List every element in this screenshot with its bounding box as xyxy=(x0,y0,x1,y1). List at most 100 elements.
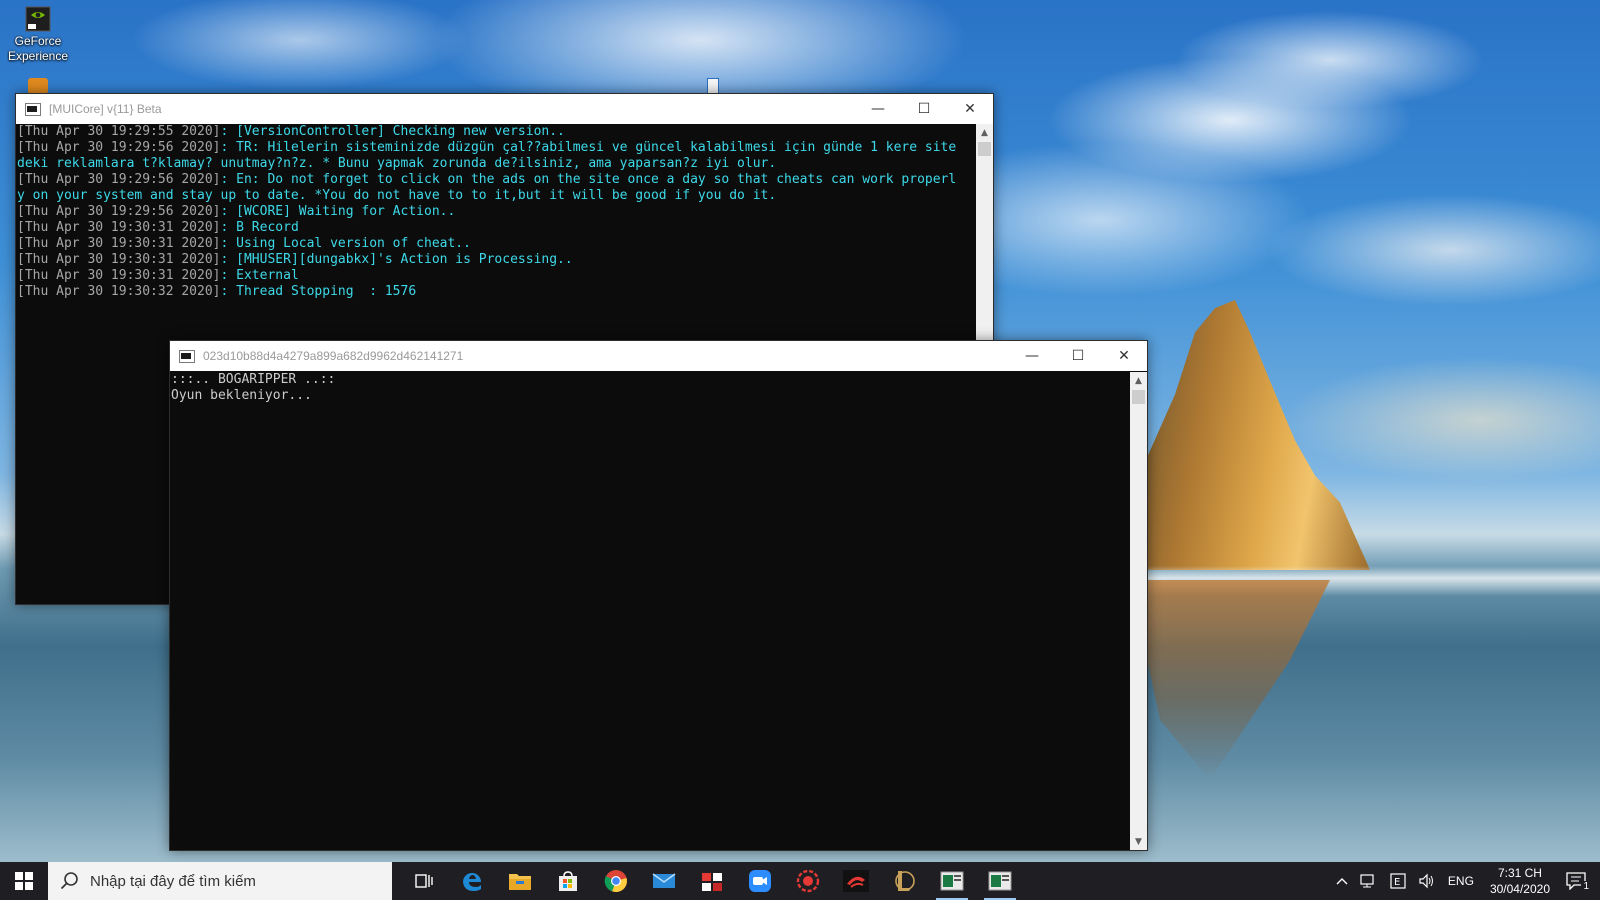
console-line: [Thu Apr 30 19:30:31 2020]: External xyxy=(17,268,975,284)
window-title: [MUICore] v{11} Beta xyxy=(49,102,162,116)
titlebar[interactable]: [MUICore] v{11} Beta — ☐ ✕ xyxy=(16,94,993,124)
console-timestamp: [Thu Apr 30 19:30:32 2020] xyxy=(17,284,221,299)
console-line: [Thu Apr 30 19:29:56 2020]: [WCORE] Wait… xyxy=(17,204,975,220)
console-line: [Thu Apr 30 19:29:56 2020]: En: Do not f… xyxy=(17,172,975,188)
console-app-icon xyxy=(179,349,195,363)
store-icon xyxy=(559,871,577,891)
scroll-thumb[interactable] xyxy=(978,142,991,156)
clock-time: 7:31 CH xyxy=(1497,866,1542,880)
console-timestamp: [Thu Apr 30 19:30:31 2020] xyxy=(17,220,221,235)
taskbar-console-1[interactable] xyxy=(928,862,976,900)
notification-count-badge: 1 xyxy=(1581,881,1591,892)
console-message: : Thread Stopping : 1576 xyxy=(220,284,417,299)
close-button[interactable]: ✕ xyxy=(947,94,993,124)
minimize-button[interactable]: — xyxy=(1009,341,1055,371)
league-icon xyxy=(895,871,915,891)
scroll-thumb[interactable] xyxy=(1132,390,1145,404)
taskbar-search-box[interactable]: Nhập tại đây để tìm kiếm xyxy=(48,862,392,900)
windows-logo-icon xyxy=(15,872,33,890)
scrollbar[interactable]: ▲ ▼ xyxy=(1130,372,1147,850)
taskbar-app-puzzle[interactable] xyxy=(688,862,736,900)
console-line: deki reklamlara t?klamay? unutmay?n?z. *… xyxy=(17,156,975,172)
taskbar-garena[interactable] xyxy=(832,862,880,900)
console-message: y on your system and stay up to date. *Y… xyxy=(17,188,777,203)
console-message: : External xyxy=(220,268,299,283)
language-indicator[interactable]: ENG xyxy=(1448,874,1474,888)
console-line: [Thu Apr 30 19:30:31 2020]: Using Local … xyxy=(17,236,975,252)
garena-icon xyxy=(843,870,869,892)
zoom-icon xyxy=(749,870,771,892)
wallpaper-reflection xyxy=(1130,580,1330,780)
scroll-down-arrow-icon[interactable]: ▼ xyxy=(1130,833,1147,850)
console-icon xyxy=(940,871,964,891)
maximize-button[interactable]: ☐ xyxy=(1055,341,1101,371)
svg-text:E: E xyxy=(1394,877,1400,888)
scroll-up-arrow-icon[interactable]: ▲ xyxy=(1130,372,1147,389)
console-message: : [VersionController] Checking new versi… xyxy=(220,124,565,139)
puzzle-icon xyxy=(702,873,722,891)
desktop-icon-label: Experience xyxy=(7,49,69,63)
console-timestamp: [Thu Apr 30 19:30:31 2020] xyxy=(17,268,221,283)
console-line: [Thu Apr 30 19:30:32 2020]: Thread Stopp… xyxy=(17,284,975,300)
desktop-icon-partial[interactable] xyxy=(28,78,48,94)
taskbar-league[interactable] xyxy=(880,862,928,900)
console-timestamp: [Thu Apr 30 19:30:31 2020] xyxy=(17,236,221,251)
volume-icon[interactable] xyxy=(1418,873,1436,889)
chrome-icon xyxy=(604,870,627,893)
console-message: : [WCORE] Waiting for Action.. xyxy=(220,204,456,219)
tray-clock[interactable]: 7:31 CH 30/04/2020 xyxy=(1490,865,1550,897)
folder-icon xyxy=(509,874,531,890)
network-icon[interactable] xyxy=(1360,873,1378,889)
console-message: : B Record xyxy=(220,220,299,235)
taskbar-zoom[interactable] xyxy=(736,862,784,900)
search-icon xyxy=(60,872,78,890)
taskbar-store[interactable] xyxy=(544,862,592,900)
window-title: 023d10b88d4a4279a899a682d9962d462141271 xyxy=(203,349,464,363)
console-timestamp: [Thu Apr 30 19:30:31 2020] xyxy=(17,252,221,267)
taskbar-mail[interactable] xyxy=(640,862,688,900)
console-line: [Thu Apr 30 19:29:56 2020]: TR: Hileleri… xyxy=(17,140,975,156)
maximize-button[interactable]: ☐ xyxy=(901,94,947,124)
console-app-icon xyxy=(25,102,41,116)
taskbar-chrome[interactable] xyxy=(592,862,640,900)
desktop-file-icon[interactable] xyxy=(707,78,719,94)
console-line: [Thu Apr 30 19:30:31 2020]: B Record xyxy=(17,220,975,236)
edge-icon xyxy=(463,872,481,891)
mail-icon xyxy=(652,873,676,888)
console-icon xyxy=(988,871,1012,891)
console-message: deki reklamlara t?klamay? unutmay?n?z. *… xyxy=(17,156,777,171)
task-view-icon xyxy=(415,874,433,888)
scroll-up-arrow-icon[interactable]: ▲ xyxy=(976,124,993,141)
console-timestamp: [Thu Apr 30 19:29:56 2020] xyxy=(17,204,221,219)
titlebar[interactable]: 023d10b88d4a4279a899a682d9962d462141271 … xyxy=(170,341,1147,371)
console-message: : [MHUSER][dungabkx]'s Action is Process… xyxy=(220,252,573,267)
action-center-button[interactable]: 1 xyxy=(1566,872,1591,892)
console-line: :::.. BOGARIPPER ..:: xyxy=(171,372,336,387)
geforce-icon xyxy=(25,6,51,32)
console-timestamp: [Thu Apr 30 19:29:55 2020] xyxy=(17,124,221,139)
desktop-icon-label: GeForce xyxy=(14,34,62,48)
tray-chevron-up-icon[interactable] xyxy=(1336,877,1348,885)
taskbar-file-explorer[interactable] xyxy=(496,862,544,900)
taskbar-edge[interactable] xyxy=(448,862,496,900)
console-output[interactable]: :::.. BOGARIPPER ..:: Oyun bekleniyor... xyxy=(170,372,1129,850)
wallpaper-rock xyxy=(1130,300,1370,570)
clock-date: 30/04/2020 xyxy=(1489,882,1550,896)
taskbar: Nhập tại đây để tìm kiếm E ENG 7:31 CH 3… xyxy=(0,862,1600,900)
keyboard-ime-icon[interactable]: E xyxy=(1390,873,1406,889)
taskbar-console-2[interactable] xyxy=(976,862,1024,900)
close-button[interactable]: ✕ xyxy=(1101,341,1147,371)
desktop-icon-geforce[interactable]: GeForce Experience xyxy=(0,6,76,64)
console-timestamp: [Thu Apr 30 19:29:56 2020] xyxy=(17,172,221,187)
search-placeholder: Nhập tại đây để tìm kiếm xyxy=(90,872,256,890)
start-button[interactable] xyxy=(0,862,48,900)
minimize-button[interactable]: — xyxy=(855,94,901,124)
window-bogaripper[interactable]: 023d10b88d4a4279a899a682d9962d462141271 … xyxy=(169,340,1148,851)
red-gear-icon xyxy=(796,869,820,893)
taskbar-app-red[interactable] xyxy=(784,862,832,900)
console-message: : TR: Hilelerin sisteminizde düzgün çal?… xyxy=(220,140,957,155)
console-message: : En: Do not forget to click on the ads … xyxy=(220,172,957,187)
console-line: [Thu Apr 30 19:29:55 2020]: [VersionCont… xyxy=(17,124,975,140)
console-line: [Thu Apr 30 19:30:31 2020]: [MHUSER][dun… xyxy=(17,252,975,268)
taskbar-task-view[interactable] xyxy=(400,862,448,900)
